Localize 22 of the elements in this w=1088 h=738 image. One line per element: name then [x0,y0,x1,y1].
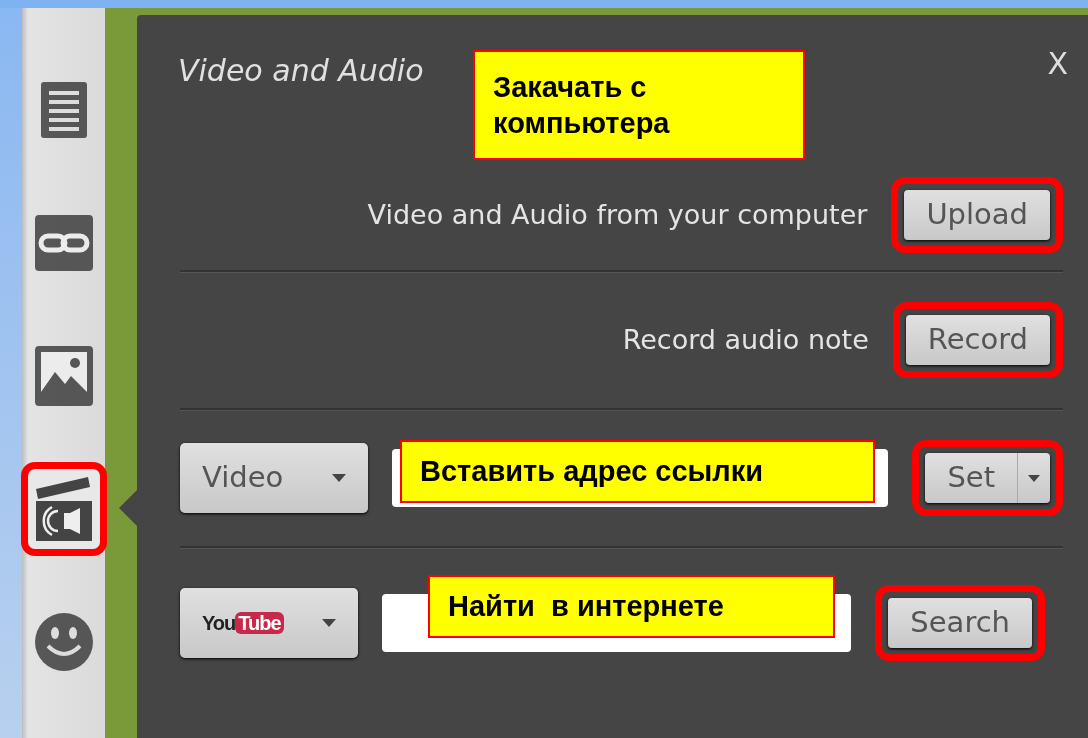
action-button[interactable]: Upload [904,190,1050,240]
caret-icon [332,474,346,482]
action-button[interactable]: Record [905,315,1050,365]
link-icon[interactable] [34,214,93,271]
document-icon[interactable] [38,79,89,140]
row-label: Record audio note [622,322,869,357]
smiley-icon[interactable] [33,611,94,672]
clapperboard-speaker-icon[interactable] [33,474,94,543]
source-dropdown[interactable]: Video [180,443,368,513]
source-dropdown[interactable]: YouTube [180,588,358,658]
action-button[interactable]: Search [888,598,1032,648]
logo-text: YouTube [202,608,284,638]
row-label: Video and Audio from your computer [367,197,868,232]
annotation-tooltip: Вставить адрес ссылки [400,440,875,503]
caret-icon [1028,474,1040,482]
annotation-tooltip: Закачать с компьютера [473,50,805,160]
panel-title: Video and Audio [178,52,424,90]
close-button[interactable]: X [1047,49,1068,79]
annotation-tooltip: Найти в интернете [428,575,835,638]
split-button[interactable]: Set [925,453,1050,503]
image-icon[interactable] [34,345,93,406]
caret-icon [322,619,336,627]
